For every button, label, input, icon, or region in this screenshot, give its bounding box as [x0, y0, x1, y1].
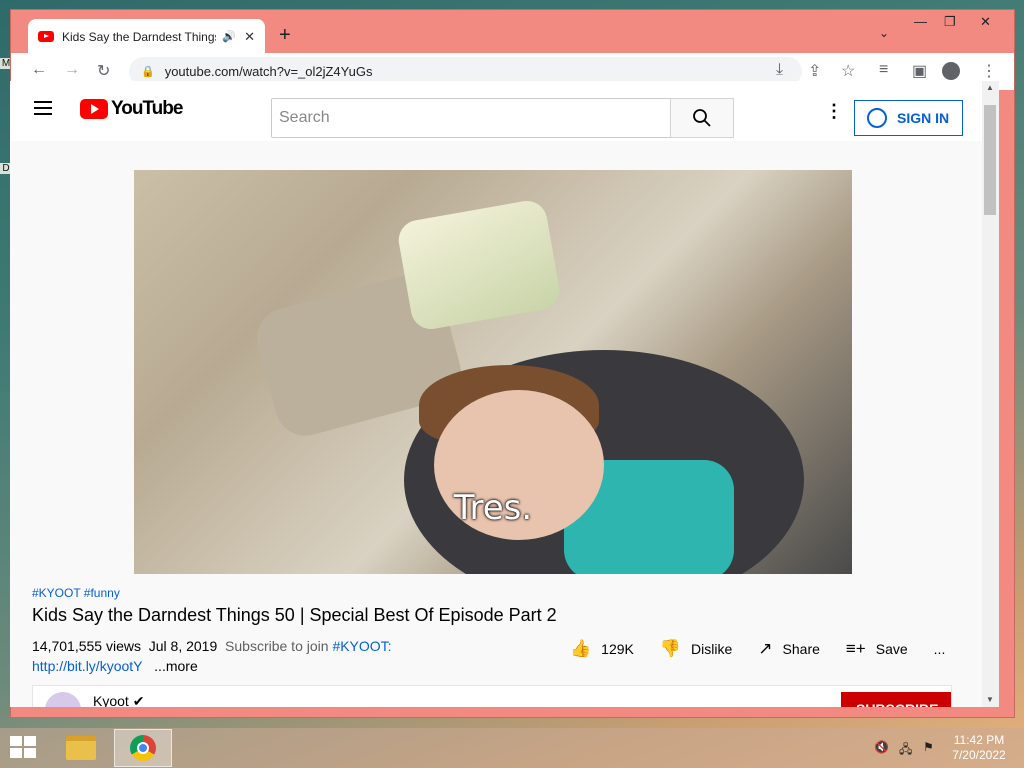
taskbar: 🔇 🖧 ⚑ 11:42 PM 7/20/2022: [0, 728, 1024, 768]
sign-in-button[interactable]: SIGN IN: [854, 100, 963, 136]
reload-icon[interactable]: ↻: [97, 61, 110, 81]
video-meta: 14,701,555 views Jul 8, 2019 Subscribe t…: [32, 638, 392, 654]
playlist-add-icon: ≡+: [845, 639, 866, 658]
page-scrollbar[interactable]: ▲ ▼: [982, 81, 999, 707]
hamburger-menu-icon[interactable]: [34, 101, 52, 115]
youtube-play-icon: [80, 99, 108, 119]
youtube-logo-text: YouTube: [111, 98, 183, 119]
tab-title: Kids Say the Darndest Things: [62, 29, 217, 44]
description-hashtag-link[interactable]: #KYOOT:: [332, 638, 391, 654]
share-button[interactable]: ↗ Share: [758, 639, 820, 659]
chrome-icon: [130, 735, 156, 761]
like-button[interactable]: 👍 129K: [570, 639, 634, 659]
action-center-icon[interactable]: ⚑: [923, 740, 934, 754]
chrome-taskbar-button[interactable]: [114, 729, 172, 767]
like-count: 129K: [601, 641, 634, 657]
description-prefix: Subscribe to join: [225, 638, 329, 654]
youtube-logo[interactable]: YouTube: [80, 98, 183, 120]
url-text: youtube.com/watch?v=_ol2jZ4YuGs: [164, 64, 373, 79]
video-title: Kids Say the Darndest Things 50 | Specia…: [32, 605, 557, 625]
system-clock[interactable]: 11:42 PM 7/20/2022: [944, 733, 1014, 763]
start-windows-icon[interactable]: [10, 736, 38, 760]
forward-arrow-icon[interactable]: →: [64, 61, 80, 79]
share-arrow-icon: ↗: [758, 639, 773, 658]
video-caption: Tres.: [453, 488, 533, 528]
more-actions-button[interactable]: ...: [934, 641, 946, 657]
clock-date: 7/20/2022: [952, 748, 1006, 762]
share-page-icon[interactable]: ⇪: [808, 61, 821, 81]
close-window-button[interactable]: ✕: [980, 14, 991, 30]
thumbs-up-icon: 👍: [570, 639, 592, 658]
share-label: Share: [782, 641, 820, 657]
video-player[interactable]: Tres.: [134, 170, 852, 574]
file-explorer-button[interactable]: [52, 729, 110, 767]
sign-in-label: SIGN IN: [897, 110, 950, 126]
dislike-button[interactable]: 👎 Dislike: [660, 639, 732, 659]
upload-date: Jul 8, 2019: [148, 638, 218, 654]
thumbs-down-icon: 👎: [659, 639, 682, 658]
scrollbar-thumb[interactable]: [984, 105, 996, 215]
maximize-button[interactable]: ❐: [944, 14, 956, 30]
show-more-link[interactable]: ...more: [154, 658, 198, 674]
browser-menu-icon[interactable]: ⋮: [981, 61, 997, 81]
folder-icon: [66, 736, 96, 760]
account-circle-icon: [867, 108, 887, 128]
network-icon[interactable]: 🖧: [899, 740, 912, 761]
video-frame-window: [395, 197, 563, 333]
clock-time: 11:42 PM: [953, 733, 1005, 747]
channel-avatar[interactable]: [45, 692, 81, 707]
view-count: 14,701,555 views: [32, 638, 141, 654]
verified-check-icon: ✔: [132, 693, 145, 707]
dislike-label: Dislike: [691, 641, 733, 657]
channel-row: Kyoot ✔ SUBSCRIBE: [32, 685, 952, 707]
search-button[interactable]: [670, 98, 734, 138]
new-tab-button[interactable]: +: [279, 24, 291, 47]
youtube-favicon-icon: [38, 31, 54, 42]
back-arrow-icon[interactable]: ←: [31, 61, 47, 79]
tab-search-chevron-icon[interactable]: ⌄: [879, 26, 889, 40]
media-control-icon[interactable]: ≡: [879, 61, 888, 79]
youtube-header: YouTube Search ⋮ SIGN IN: [10, 81, 982, 141]
search-icon: [693, 109, 711, 127]
channel-name[interactable]: Kyoot ✔: [93, 693, 144, 707]
channel-name-text: Kyoot: [93, 693, 129, 707]
audio-playing-icon[interactable]: 🔊: [222, 30, 236, 43]
video-actions: 👍 129K 👎 Dislike ↗ Share ≡+ Save ...: [570, 639, 971, 659]
subscribe-button[interactable]: SUBSCRIBE: [841, 692, 951, 707]
minimize-button[interactable]: —: [914, 14, 927, 29]
close-tab-icon[interactable]: ✕: [244, 29, 255, 45]
side-panel-icon[interactable]: ▣: [912, 61, 927, 81]
scroll-down-icon[interactable]: ▼: [986, 695, 994, 704]
tab-youtube[interactable]: Kids Say the Darndest Things 🔊 ✕: [28, 19, 265, 54]
lock-icon: 🔒: [141, 66, 155, 78]
save-button[interactable]: ≡+ Save: [846, 639, 908, 659]
description-line: http://bit.ly/kyootY ...more: [32, 658, 198, 674]
install-app-icon[interactable]: ⤓: [776, 61, 783, 79]
volume-muted-icon[interactable]: 🔇: [874, 740, 889, 754]
search-input[interactable]: Search: [271, 98, 671, 138]
save-label: Save: [875, 641, 908, 657]
video-hashtags[interactable]: #KYOOT #funny: [32, 586, 120, 600]
description-link[interactable]: http://bit.ly/kyootY: [32, 658, 143, 674]
title-bar: Kids Say the Darndest Things 🔊 ✕ + ⌄ — ❐…: [11, 10, 1014, 54]
scroll-up-icon[interactable]: ▲: [986, 83, 994, 92]
settings-kebab-icon[interactable]: ⋮: [825, 101, 843, 122]
profile-avatar-icon[interactable]: [942, 62, 960, 80]
youtube-page: YouTube Search ⋮ SIGN IN Tres. #KYOOT #f…: [10, 81, 982, 707]
bookmark-star-icon[interactable]: ☆: [841, 61, 855, 81]
